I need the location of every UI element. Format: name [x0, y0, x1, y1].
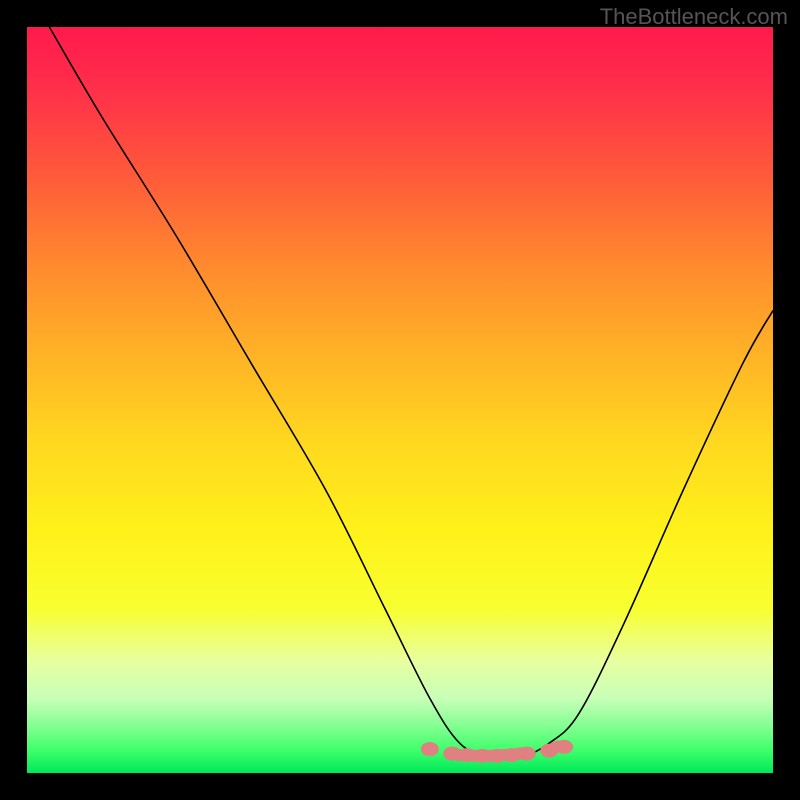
chart-plot-area — [27, 27, 773, 773]
chart-marker — [555, 740, 573, 754]
chart-marker — [421, 742, 439, 756]
chart-curve — [49, 27, 773, 760]
watermark-text: TheBottleneck.com — [600, 4, 788, 30]
chart-svg — [27, 27, 773, 773]
chart-marker — [518, 747, 536, 761]
